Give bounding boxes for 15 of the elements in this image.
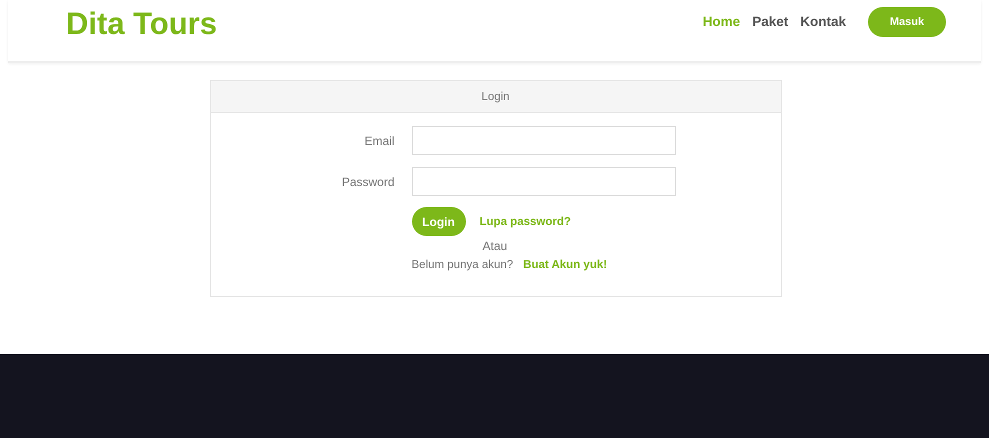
separator-text: Atau: [482, 239, 508, 253]
card-header: Login: [210, 81, 780, 113]
field-label: Email: [363, 134, 396, 148]
brand-logo[interactable]: Dita Tours: [66, 6, 217, 42]
login-button[interactable]: Login: [412, 207, 466, 236]
field-label: Password: [340, 174, 396, 188]
nav-link[interactable]: Home: [702, 14, 740, 29]
input-field[interactable]: [412, 126, 676, 155]
input-field[interactable]: [412, 167, 676, 196]
masuk-button[interactable]: Masuk: [868, 6, 946, 36]
forgot-password-link[interactable]: Lupa password?: [480, 216, 571, 228]
signup-link[interactable]: Buat Akun yuk!: [523, 259, 608, 271]
nav-link[interactable]: Kontak: [800, 14, 846, 29]
nav-link[interactable]: Paket: [752, 14, 788, 29]
signup-prompt: Belum punya akun?: [412, 259, 514, 271]
